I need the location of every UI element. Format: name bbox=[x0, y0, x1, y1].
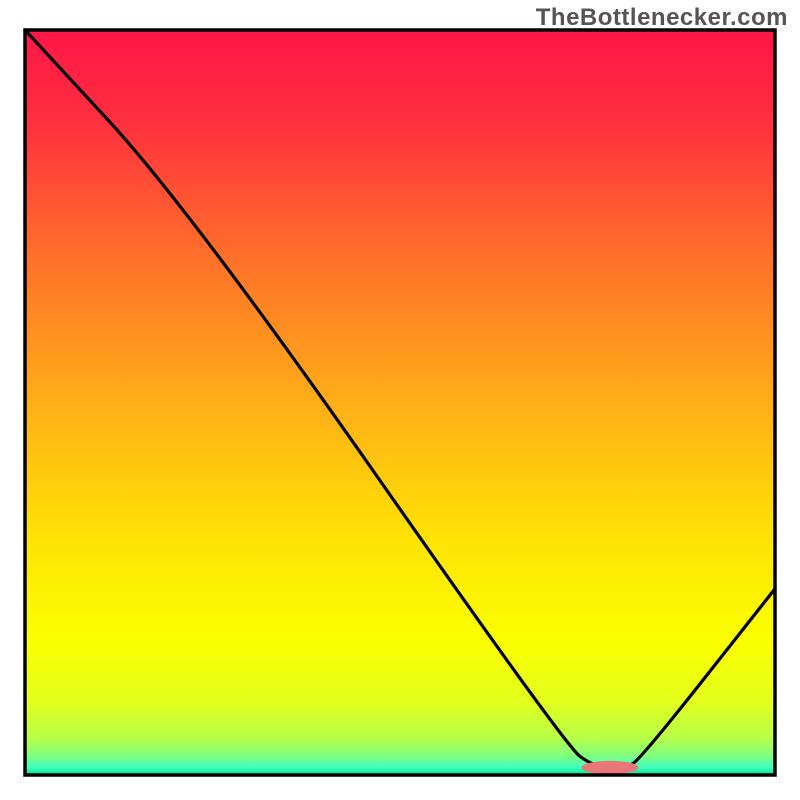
watermark-text: TheBottlenecker.com bbox=[536, 4, 788, 32]
optimal-marker bbox=[582, 761, 639, 774]
chart-background bbox=[25, 30, 775, 775]
chart-container: TheBottlenecker.com bbox=[0, 0, 800, 800]
chart-svg bbox=[0, 0, 800, 800]
